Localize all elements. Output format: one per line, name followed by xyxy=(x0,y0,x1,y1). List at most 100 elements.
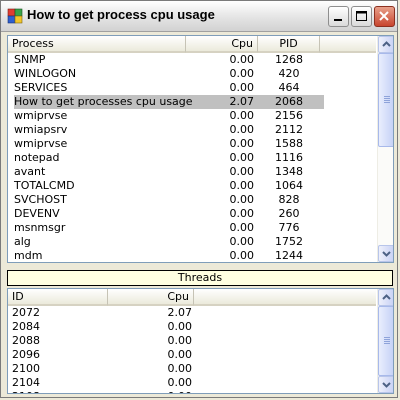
process-row[interactable]: avant 0.00 1348 xyxy=(8,165,376,179)
process-pid: 1268 xyxy=(275,53,303,66)
process-pid: 2156 xyxy=(275,109,303,122)
process-row[interactable]: TOTALCMD 0.00 1064 xyxy=(8,179,376,193)
threads-label: Threads xyxy=(7,270,393,286)
process-name: notepad xyxy=(14,151,60,164)
process-pid: 1588 xyxy=(275,137,303,150)
process-pid: 828 xyxy=(278,193,300,206)
process-cpu: 0.00 xyxy=(229,109,255,122)
maximize-icon xyxy=(356,11,367,21)
thread-row[interactable]: 2088 0.00 xyxy=(8,334,376,348)
column-header-id[interactable]: ID xyxy=(8,289,108,306)
minimize-button[interactable] xyxy=(328,6,349,27)
title-bar[interactable]: How to get process cpu usage xyxy=(1,1,397,32)
thread-row[interactable]: 2100 0.00 xyxy=(8,362,376,376)
process-pid: 1244 xyxy=(275,249,303,262)
process-name: wmiprvse xyxy=(14,137,68,150)
process-pid: 1064 xyxy=(275,179,303,192)
process-cpu: 0.00 xyxy=(229,221,255,234)
window-title: How to get process cpu usage xyxy=(27,7,215,22)
thread-row[interactable]: 2096 0.00 xyxy=(8,348,376,362)
process-name: SVCHOST xyxy=(14,193,67,206)
process-row[interactable]: msnmsgr 0.00 776 xyxy=(8,221,376,235)
thread-row[interactable]: 2084 0.00 xyxy=(8,320,376,334)
thread-id: 2084 xyxy=(12,320,40,333)
thread-id: 2088 xyxy=(12,334,40,347)
process-cpu: 0.00 xyxy=(229,193,255,206)
process-name: TOTALCMD xyxy=(14,179,75,192)
process-pid: 1752 xyxy=(275,235,303,248)
thread-id: 2072 xyxy=(12,306,40,319)
process-name: avant xyxy=(14,165,46,178)
thread-cpu: 0.00 xyxy=(167,334,193,347)
process-pid: 2112 xyxy=(275,123,303,136)
thread-cpu: 2.07 xyxy=(167,306,193,319)
column-header-cpu[interactable]: Cpu xyxy=(186,36,258,53)
process-row[interactable]: wmiprvse 0.00 1588 xyxy=(8,137,376,151)
process-cpu: 2.07 xyxy=(229,95,255,108)
process-row[interactable]: SERVICES 0.00 464 xyxy=(8,81,376,95)
scroll-thumb[interactable] xyxy=(378,306,393,376)
scroll-up-button[interactable] xyxy=(378,289,393,306)
thread-list[interactable]: ID Cpu 2072 2.07 2084 0.00 2088 0.00 2096 0.00 2… xyxy=(7,288,394,394)
process-row[interactable]: notepad 0.00 1116 xyxy=(8,151,376,165)
column-header-filler xyxy=(320,36,376,53)
process-list-scrollbar[interactable] xyxy=(377,36,393,262)
column-header-pid[interactable]: PID xyxy=(258,36,320,53)
column-header-process[interactable]: Process xyxy=(8,36,186,53)
process-name: How to get processes cpu usage xyxy=(14,95,193,108)
column-header-filler xyxy=(194,289,376,306)
close-icon xyxy=(379,11,389,21)
process-row[interactable]: SVCHOST 0.00 828 xyxy=(8,193,376,207)
process-cpu: 0.00 xyxy=(229,179,255,192)
maximize-button[interactable] xyxy=(351,6,372,27)
process-row[interactable]: alg 0.00 1752 xyxy=(8,235,376,249)
process-cpu: 0.00 xyxy=(229,137,255,150)
scroll-down-button[interactable] xyxy=(378,376,393,393)
app-window-icon[interactable] xyxy=(7,8,23,24)
scroll-up-button[interactable] xyxy=(378,36,393,53)
thread-row[interactable]: 2104 0.00 xyxy=(8,376,376,390)
process-name: DEVENV xyxy=(14,207,60,220)
process-cpu: 0.00 xyxy=(229,53,255,66)
process-name: wmiapsrv xyxy=(14,123,68,136)
thread-id: 2108 xyxy=(12,390,108,393)
thread-id: 2104 xyxy=(12,376,40,389)
thread-cpu: 0.00 xyxy=(167,362,193,375)
column-header-thread-cpu[interactable]: Cpu xyxy=(108,289,194,306)
process-row[interactable]: mdm 0.00 1244 xyxy=(8,249,376,262)
process-row[interactable]: wmiprvse 0.00 2156 xyxy=(8,109,376,123)
chevron-up-icon xyxy=(382,294,391,300)
thread-cpu: 0.00 xyxy=(167,320,193,333)
thread-row[interactable]: 21080.00 xyxy=(8,390,376,393)
thread-id: 2100 xyxy=(12,362,40,375)
process-row[interactable]: How to get processes cpu usage 2.07 2068 xyxy=(8,95,376,109)
process-pid: 464 xyxy=(278,81,300,94)
thread-cpu: 0.00 xyxy=(108,390,193,393)
process-row[interactable]: SNMP 0.00 1268 xyxy=(8,53,376,67)
process-cpu: 0.00 xyxy=(229,249,255,262)
process-name: SNMP xyxy=(14,53,46,66)
minimize-icon xyxy=(334,19,342,21)
process-name: SERVICES xyxy=(14,81,68,94)
scroll-down-button[interactable] xyxy=(378,245,393,262)
chevron-down-icon xyxy=(382,251,391,257)
process-cpu: 0.00 xyxy=(229,207,255,220)
scroll-thumb[interactable] xyxy=(378,53,393,147)
thread-list-scrollbar[interactable] xyxy=(377,289,393,393)
process-cpu: 0.00 xyxy=(229,81,255,94)
chevron-down-icon xyxy=(382,382,391,388)
process-name: alg xyxy=(14,235,31,248)
process-pid: 776 xyxy=(278,221,300,234)
process-pid: 260 xyxy=(278,207,300,220)
process-pid: 1348 xyxy=(275,165,303,178)
process-row[interactable]: WINLOGON 0.00 420 xyxy=(8,67,376,81)
close-button[interactable] xyxy=(374,6,395,27)
process-name: mdm xyxy=(14,249,43,262)
process-row[interactable]: DEVENV 0.00 260 xyxy=(8,207,376,221)
process-cpu: 0.00 xyxy=(229,235,255,248)
process-row[interactable]: wmiapsrv 0.00 2112 xyxy=(8,123,376,137)
thread-row[interactable]: 2072 2.07 xyxy=(8,306,376,320)
process-name: msnmsgr xyxy=(14,221,66,234)
thread-cpu: 0.00 xyxy=(167,376,193,389)
process-list[interactable]: Process Cpu PID SNMP 0.00 1268 WINLOGON 0.00… xyxy=(7,35,394,263)
